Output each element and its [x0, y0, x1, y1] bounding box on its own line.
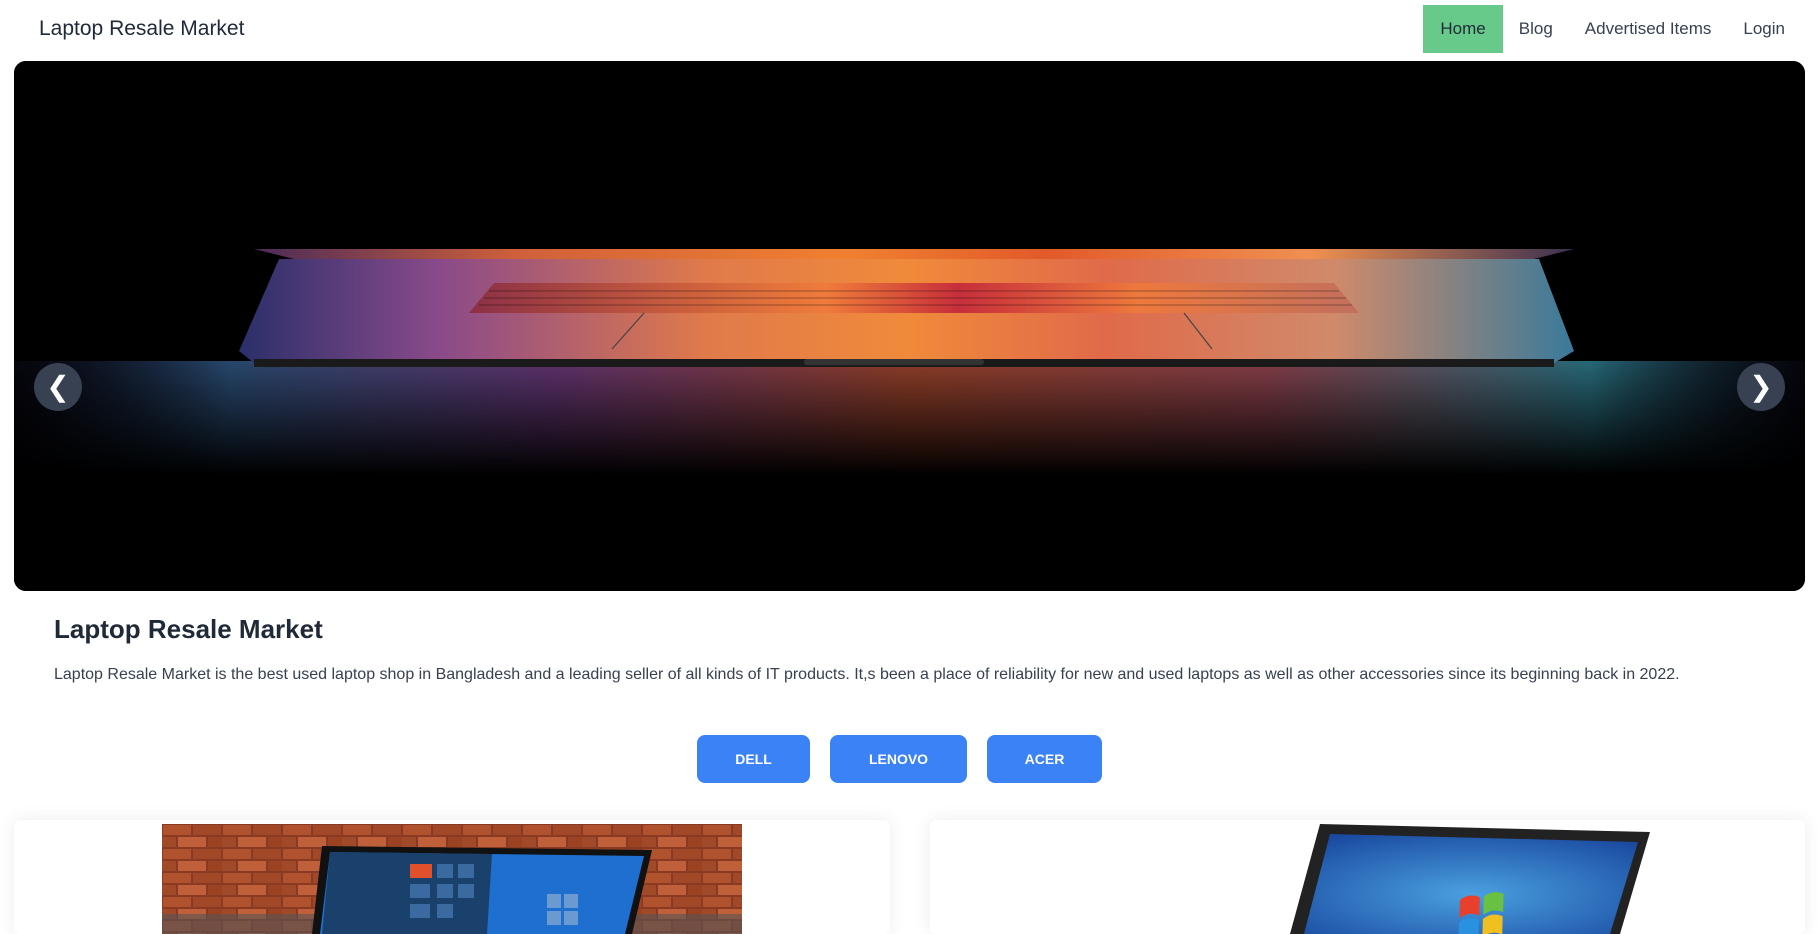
nav-item-home[interactable]: Home [1423, 5, 1503, 53]
product-card[interactable] [14, 820, 890, 934]
nav-menu: Home Blog Advertised Items Login [1423, 5, 1801, 53]
brand-button-acer[interactable]: ACER [987, 735, 1102, 783]
brand-button-lenovo[interactable]: LENOVO [830, 735, 967, 783]
brand-filter-buttons: DELL LENOVO ACER [697, 735, 1102, 783]
product-image [1290, 824, 1650, 934]
product-card[interactable] [930, 820, 1805, 934]
brand-button-dell[interactable]: DELL [697, 735, 810, 783]
about-title: Laptop Resale Market [54, 614, 323, 644]
hero-carousel: ❮ ❯ [14, 61, 1805, 591]
nav-item-blog[interactable]: Blog [1503, 5, 1569, 53]
carousel-next-button[interactable]: ❯ [1737, 363, 1785, 411]
navbar: Laptop Resale Market Home Blog Advertise… [0, 0, 1819, 60]
about-description: Laptop Resale Market is the best used la… [54, 666, 1680, 683]
carousel-prev-button[interactable]: ❮ [34, 363, 82, 411]
product-image [162, 824, 742, 934]
carousel-laptop-image [14, 61, 1805, 591]
nav-item-login[interactable]: Login [1727, 5, 1801, 53]
brand-logo[interactable]: Laptop Resale Market [39, 17, 244, 41]
nav-item-advertised-items[interactable]: Advertised Items [1569, 5, 1728, 53]
